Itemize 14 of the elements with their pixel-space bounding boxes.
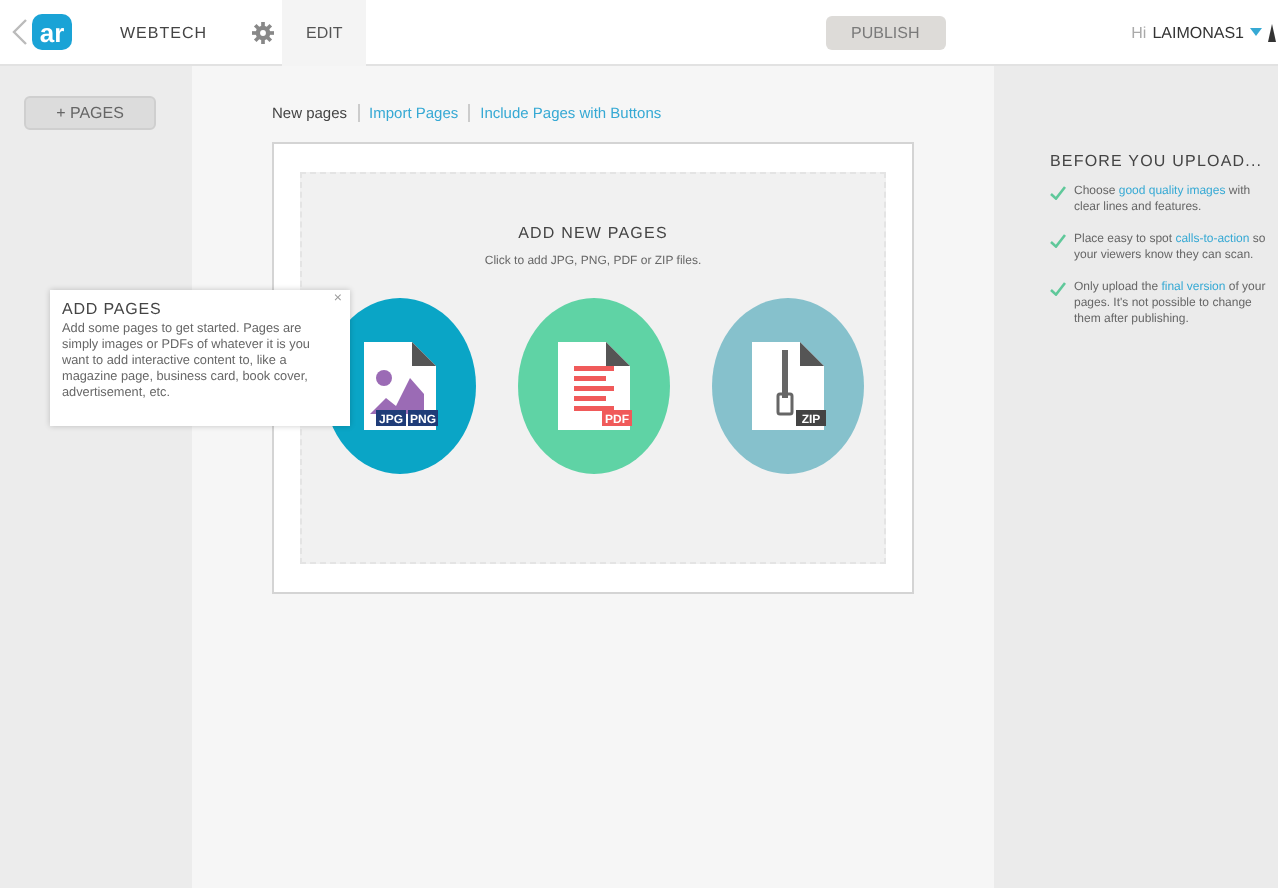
- edit-tab[interactable]: EDIT: [282, 0, 367, 65]
- tooltip-title: ADD PAGES: [62, 300, 164, 318]
- upload-title: ADD NEW PAGES: [518, 224, 668, 242]
- user-menu[interactable]: Hi LAIMONAS1: [1131, 23, 1278, 41]
- checkmark-icon: [1050, 282, 1066, 296]
- checkmark-icon: [1050, 186, 1066, 200]
- caret-icon: [1250, 28, 1262, 36]
- settings-icon[interactable]: [252, 21, 274, 43]
- project-name: WEBTECH: [120, 23, 209, 41]
- back-icon[interactable]: [12, 18, 28, 46]
- add-pages-button[interactable]: + PAGES: [24, 96, 156, 130]
- tips-title: BEFORE YOU UPLOAD...: [1050, 152, 1265, 170]
- app-logo[interactable]: ar: [32, 14, 72, 50]
- checkmark-icon: [1050, 234, 1066, 248]
